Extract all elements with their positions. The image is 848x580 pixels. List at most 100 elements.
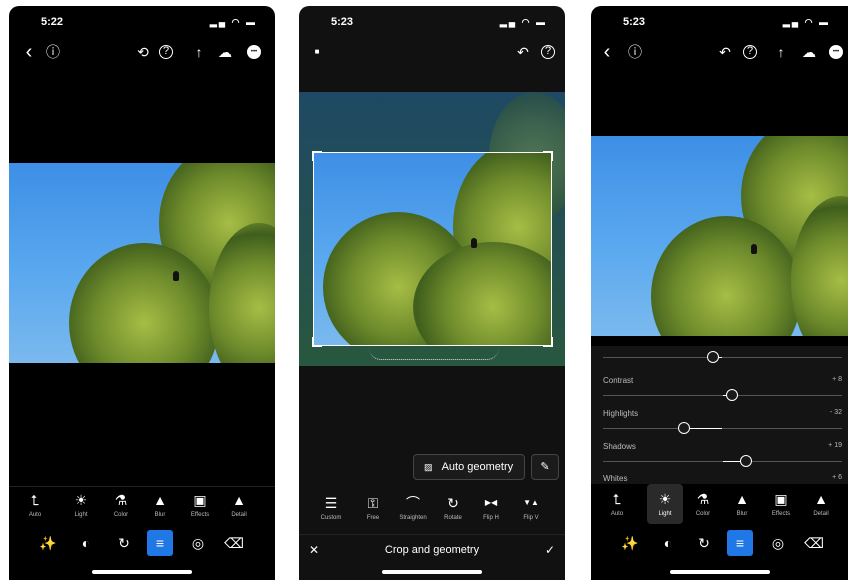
tool-auto[interactable]: ⮤ Auto xyxy=(599,490,635,517)
crop-rotate-icon[interactable]: ↻ xyxy=(691,530,717,556)
effects-icon: ▣ xyxy=(193,492,207,508)
pencil-icon: ✎ xyxy=(540,461,550,473)
info-icon[interactable]: ⓘ xyxy=(43,42,63,62)
tool-blur[interactable]: ▲ Blur xyxy=(724,490,760,517)
mask-icon[interactable]: ◐ xyxy=(655,530,681,556)
tool-effects[interactable]: ▣ Effects xyxy=(763,490,799,517)
magic-wand-icon[interactable]: ✨ xyxy=(617,530,643,556)
tool-detail[interactable]: ▲ Detail xyxy=(221,491,257,518)
phone-light-view: 5:23 ▂▄ ◠ ▬ ‹ ⓘ ↶ ? ↑ ☁ ••• Contrast + 8… xyxy=(591,6,848,580)
help-icon[interactable]: ? xyxy=(159,45,173,59)
sun-icon: ☀ xyxy=(74,492,88,508)
tool-free[interactable]: ⚿ Free xyxy=(355,494,391,521)
flip-vertical-icon: ▼▲ xyxy=(523,498,539,507)
thermometer-icon: ⚗ xyxy=(114,492,128,508)
bottom-nav: ✨ ◐ ↻ ≡ ◎ ⌫ xyxy=(9,528,275,562)
tool-color[interactable]: ⚗ Color xyxy=(103,491,139,518)
help-icon[interactable]: ? xyxy=(541,45,555,59)
tool-auto[interactable]: ⮤ Auto xyxy=(17,491,53,518)
back-icon[interactable]: ‹ xyxy=(597,42,617,62)
adjust-sliders-icon[interactable]: ≡ xyxy=(147,530,173,556)
eraser-icon[interactable]: ⌫ xyxy=(221,530,247,556)
tool-flip-v[interactable]: ▼▲ Flip V xyxy=(513,494,549,521)
edit-tool-row: ⮤ Auto ☀ Light ⚗ Color ▲ Blur ▣ Effects ▲ Deta… xyxy=(9,486,275,526)
crop-handle[interactable] xyxy=(543,337,553,347)
tool-detail[interactable]: ▲ Detail xyxy=(803,490,839,517)
status-bar: 5:23 ▂▄ ◠ ▬ xyxy=(299,16,565,32)
tool-effects[interactable]: ▣ Effects xyxy=(182,491,218,518)
history-icon[interactable]: ⟲ xyxy=(133,42,153,62)
tool-light[interactable]: ☀ Light xyxy=(647,484,683,524)
more-icon[interactable]: ••• xyxy=(247,45,261,59)
crop-handle[interactable] xyxy=(312,337,322,347)
phone-crop-view: 5:23 ▂▄ ◠ ▬ ■ ↶ ? ▨ Auto geometry ✎ ☰ Cus xyxy=(299,6,565,580)
status-icons: ▂▄ ◠ ▬ xyxy=(209,17,257,27)
geometry-tool-row: ☰ Custom ⚿ Free ⌒ Straighten ↻ Rotate ▶◀ Flip… xyxy=(299,490,565,530)
presets-icon[interactable]: ◎ xyxy=(765,530,791,556)
edit-pencil-button[interactable]: ✎ xyxy=(531,454,559,480)
photo-canvas[interactable] xyxy=(591,136,848,336)
eraser-icon[interactable]: ⌫ xyxy=(801,530,827,556)
confirm-icon[interactable]: ✓ xyxy=(545,543,555,557)
share-icon[interactable]: ↑ xyxy=(771,42,791,62)
auto-icon: ⮤ xyxy=(612,491,622,507)
slider-exposure[interactable] xyxy=(603,338,848,368)
photo-bird xyxy=(173,271,179,281)
tool-rotate[interactable]: ↻ Rotate xyxy=(435,494,471,521)
presets-icon[interactable]: ◎ xyxy=(185,530,211,556)
drop-icon: ▲ xyxy=(735,491,749,507)
tool-color[interactable]: ⚗ Color xyxy=(685,490,721,517)
tool-blur[interactable]: ▲ Blur xyxy=(142,491,178,518)
auto-geometry-button[interactable]: ▨ Auto geometry xyxy=(413,454,525,480)
bottom-nav: ✨ ◐ ↻ ≡ ◎ ⌫ xyxy=(591,528,848,562)
cloud-sync-icon[interactable]: ☁ xyxy=(215,42,235,62)
tool-straighten[interactable]: ⌒ Straighten xyxy=(395,494,431,521)
phone-edit-view: 5:22 ▂▄ ◠ ▬ ‹ ⓘ ⟲ ? ↑ ☁ ••• ⮤ Auto ☀ Light… xyxy=(9,6,275,580)
sun-icon: ☀ xyxy=(658,491,672,507)
flip-horizontal-icon: ▶◀ xyxy=(484,498,498,507)
straighten-icon: ⌒ xyxy=(406,495,420,511)
aspect-ratio-icon[interactable]: ■ xyxy=(307,42,327,62)
crop-handle[interactable] xyxy=(543,151,553,161)
undo-icon[interactable]: ↶ xyxy=(715,42,735,62)
crop-handle[interactable] xyxy=(312,151,322,161)
slider-knob[interactable] xyxy=(726,389,739,401)
undo-icon[interactable]: ↶ xyxy=(513,42,533,62)
triangle-icon: ▲ xyxy=(232,492,246,508)
light-panel: Contrast + 8 Highlights - 32 Shadows + 1… xyxy=(591,346,848,484)
slider-shadows[interactable]: Shadows + 19 xyxy=(603,442,848,472)
home-indicator xyxy=(382,570,482,574)
slider-knob[interactable] xyxy=(678,422,691,434)
more-icon[interactable]: ••• xyxy=(829,45,843,59)
slider-contrast[interactable]: Contrast + 8 xyxy=(603,376,848,406)
crop-canvas[interactable] xyxy=(299,92,565,366)
share-icon[interactable]: ↑ xyxy=(189,42,209,62)
crop-rotate-icon[interactable]: ↻ xyxy=(111,530,137,556)
cloud-sync-icon[interactable]: ☁ xyxy=(799,42,819,62)
help-icon[interactable]: ? xyxy=(743,45,757,59)
drop-icon: ▲ xyxy=(153,492,167,508)
slider-highlights[interactable]: Highlights - 32 xyxy=(603,409,848,439)
slider-knob[interactable] xyxy=(706,351,719,363)
thermometer-icon: ⚗ xyxy=(696,491,710,507)
auto-icon: ⮤ xyxy=(30,492,40,508)
photo-canvas[interactable] xyxy=(9,163,275,363)
effects-icon: ▣ xyxy=(774,491,788,507)
tool-custom[interactable]: ☰ Custom xyxy=(313,494,349,521)
tool-light[interactable]: ☀ Light xyxy=(63,491,99,518)
top-toolbar: ■ ↶ ? xyxy=(299,42,565,66)
crop-frame[interactable] xyxy=(312,151,553,347)
crop-title: Crop and geometry xyxy=(384,544,480,556)
top-toolbar: ‹ ⓘ ⟲ ? ↑ ☁ ••• xyxy=(9,42,275,66)
magic-wand-icon[interactable]: ✨ xyxy=(35,530,61,556)
adjust-sliders-icon[interactable]: ≡ xyxy=(727,530,753,556)
triangle-icon: ▲ xyxy=(814,491,828,507)
status-time: 5:23 xyxy=(331,16,354,28)
back-icon[interactable]: ‹ xyxy=(19,42,39,62)
straighten-dial[interactable] xyxy=(369,348,499,360)
info-icon[interactable]: ⓘ xyxy=(625,42,645,62)
mask-icon[interactable]: ◐ xyxy=(73,530,99,556)
tool-flip-h[interactable]: ▶◀ Flip H xyxy=(473,494,509,521)
slider-knob[interactable] xyxy=(740,455,753,467)
status-time: 5:23 xyxy=(623,16,646,28)
